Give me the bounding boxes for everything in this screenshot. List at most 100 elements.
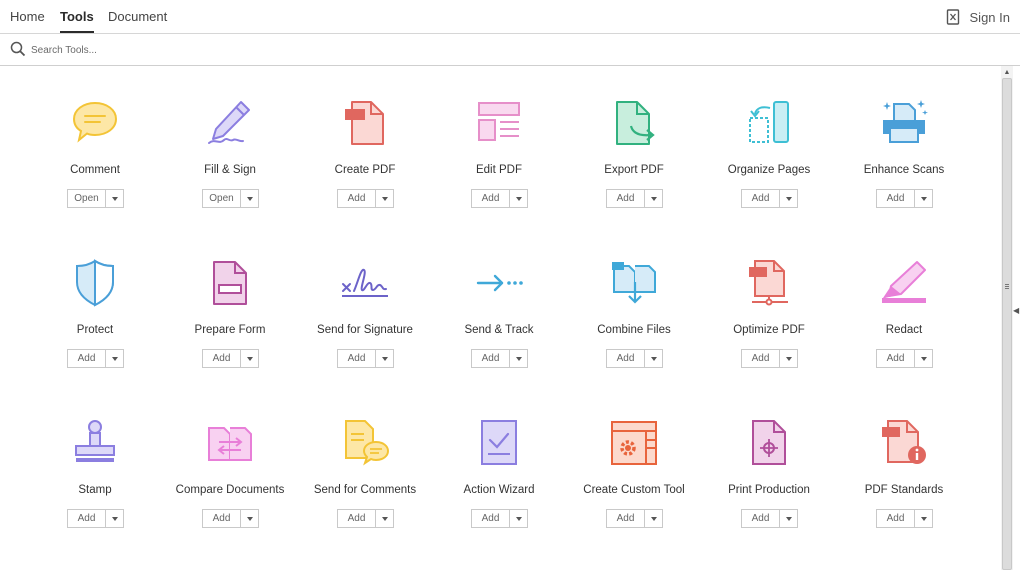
dropdown-arrow-icon[interactable] <box>915 350 932 367</box>
tool-prepare-form: Prepare Form Add <box>165 258 295 378</box>
add-button[interactable]: Add <box>742 190 780 207</box>
add-button[interactable]: Add <box>472 190 510 207</box>
add-button[interactable]: Add <box>338 190 376 207</box>
add-button[interactable]: Add <box>607 350 645 367</box>
tool-stamp: Stamp Add <box>30 418 160 538</box>
send-track-icon[interactable] <box>474 258 524 308</box>
dropdown-arrow-icon[interactable] <box>241 510 258 527</box>
dropdown-arrow-icon[interactable] <box>106 190 123 207</box>
dropdown-arrow-icon[interactable] <box>106 350 123 367</box>
top-bar: Home Tools Document Sign In <box>0 0 1020 34</box>
search-bar <box>0 34 1020 66</box>
tool-action-button: Add <box>337 189 394 208</box>
edit-pdf-icon[interactable] <box>474 98 524 148</box>
add-button[interactable]: Add <box>472 350 510 367</box>
tool-send-for-comments: Send for Comments Add <box>300 418 430 538</box>
signature-icon[interactable] <box>340 258 390 308</box>
dropdown-arrow-icon[interactable] <box>510 510 527 527</box>
export-pdf-icon[interactable] <box>609 98 659 148</box>
dropdown-arrow-icon[interactable] <box>106 510 123 527</box>
optimize-pdf-icon[interactable] <box>744 258 794 308</box>
add-button[interactable]: Add <box>68 350 106 367</box>
open-button[interactable]: Open <box>68 190 106 207</box>
device-icon[interactable] <box>946 9 960 25</box>
tool-create-custom-tool: Create Custom Tool Add <box>569 418 699 538</box>
create-pdf-icon[interactable] <box>340 98 390 148</box>
tool-protect: Protect Add <box>30 258 160 378</box>
tool-optimize-pdf: Optimize PDF Add <box>704 258 834 378</box>
search-icon <box>10 41 26 57</box>
add-button[interactable]: Add <box>877 190 915 207</box>
vertical-scrollbar[interactable]: ▲ <box>1001 66 1013 570</box>
add-button[interactable]: Add <box>877 510 915 527</box>
pdf-standards-icon[interactable] <box>879 418 929 468</box>
tab-tools[interactable]: Tools <box>60 0 94 34</box>
add-button[interactable]: Add <box>338 350 376 367</box>
enhance-scans-icon[interactable] <box>879 98 929 148</box>
tab-document[interactable]: Document <box>108 0 167 34</box>
tool-redact: Redact Add <box>839 258 969 378</box>
organize-pages-icon[interactable] <box>744 98 794 148</box>
custom-tool-icon[interactable] <box>609 418 659 468</box>
tool-label: Enhance Scans <box>863 164 945 176</box>
add-button[interactable]: Add <box>472 510 510 527</box>
shield-icon[interactable] <box>70 258 120 308</box>
tool-fill-sign: Fill & Sign Open <box>165 98 295 218</box>
tool-create-pdf: Create PDF Add <box>300 98 430 218</box>
add-button[interactable]: Add <box>203 510 241 527</box>
fill-sign-icon[interactable] <box>205 98 255 148</box>
add-button[interactable]: Add <box>607 190 645 207</box>
dropdown-arrow-icon[interactable] <box>241 350 258 367</box>
tool-comment: Comment Open <box>30 98 160 218</box>
dropdown-arrow-icon[interactable] <box>780 190 797 207</box>
add-button[interactable]: Add <box>607 510 645 527</box>
open-button[interactable]: Open <box>203 190 241 207</box>
tool-action-button: Add <box>741 509 798 528</box>
dropdown-arrow-icon[interactable] <box>376 190 393 207</box>
scroll-thumb[interactable] <box>1002 78 1012 570</box>
action-wizard-icon[interactable] <box>474 418 524 468</box>
search-input[interactable] <box>31 40 431 60</box>
add-button[interactable]: Add <box>338 510 376 527</box>
tool-action-button: Add <box>876 349 933 368</box>
prepare-form-icon[interactable] <box>205 258 255 308</box>
tool-action-button: Add <box>876 189 933 208</box>
send-comments-icon[interactable] <box>340 418 390 468</box>
dropdown-arrow-icon[interactable] <box>915 190 932 207</box>
add-button[interactable]: Add <box>742 510 780 527</box>
tool-action-button: Add <box>606 349 663 368</box>
tool-pdf-standards: PDF Standards Add <box>839 418 969 538</box>
dropdown-arrow-icon[interactable] <box>780 350 797 367</box>
comment-icon[interactable] <box>70 98 120 148</box>
tool-action-button: Open <box>202 189 259 208</box>
dropdown-arrow-icon[interactable] <box>645 190 662 207</box>
collapse-panel-icon[interactable]: ◀ <box>1013 305 1020 317</box>
dropdown-arrow-icon[interactable] <box>645 510 662 527</box>
dropdown-arrow-icon[interactable] <box>645 350 662 367</box>
add-button[interactable]: Add <box>742 350 780 367</box>
scroll-up-icon[interactable]: ▲ <box>1001 66 1013 78</box>
print-production-icon[interactable] <box>744 418 794 468</box>
dropdown-arrow-icon[interactable] <box>780 510 797 527</box>
stamp-icon[interactable] <box>70 418 120 468</box>
dropdown-arrow-icon[interactable] <box>510 190 527 207</box>
tool-action-button: Add <box>741 349 798 368</box>
add-button[interactable]: Add <box>68 510 106 527</box>
tool-print-production: Print Production Add <box>704 418 834 538</box>
dropdown-arrow-icon[interactable] <box>241 190 258 207</box>
combine-files-icon[interactable] <box>609 258 659 308</box>
dropdown-arrow-icon[interactable] <box>376 510 393 527</box>
dropdown-arrow-icon[interactable] <box>510 350 527 367</box>
signin-button[interactable]: Sign In <box>970 10 1010 25</box>
tools-grid: Comment Open Fill & Sign Open Create PDF… <box>0 66 1000 570</box>
tool-action-button: Add <box>67 509 124 528</box>
tool-action-button: Add <box>471 349 528 368</box>
tab-home[interactable]: Home <box>10 0 45 34</box>
add-button[interactable]: Add <box>203 350 241 367</box>
compare-documents-icon[interactable] <box>205 418 255 468</box>
redact-icon[interactable] <box>879 258 929 308</box>
dropdown-arrow-icon[interactable] <box>376 350 393 367</box>
dropdown-arrow-icon[interactable] <box>915 510 932 527</box>
tool-action-button: Add <box>471 189 528 208</box>
add-button[interactable]: Add <box>877 350 915 367</box>
